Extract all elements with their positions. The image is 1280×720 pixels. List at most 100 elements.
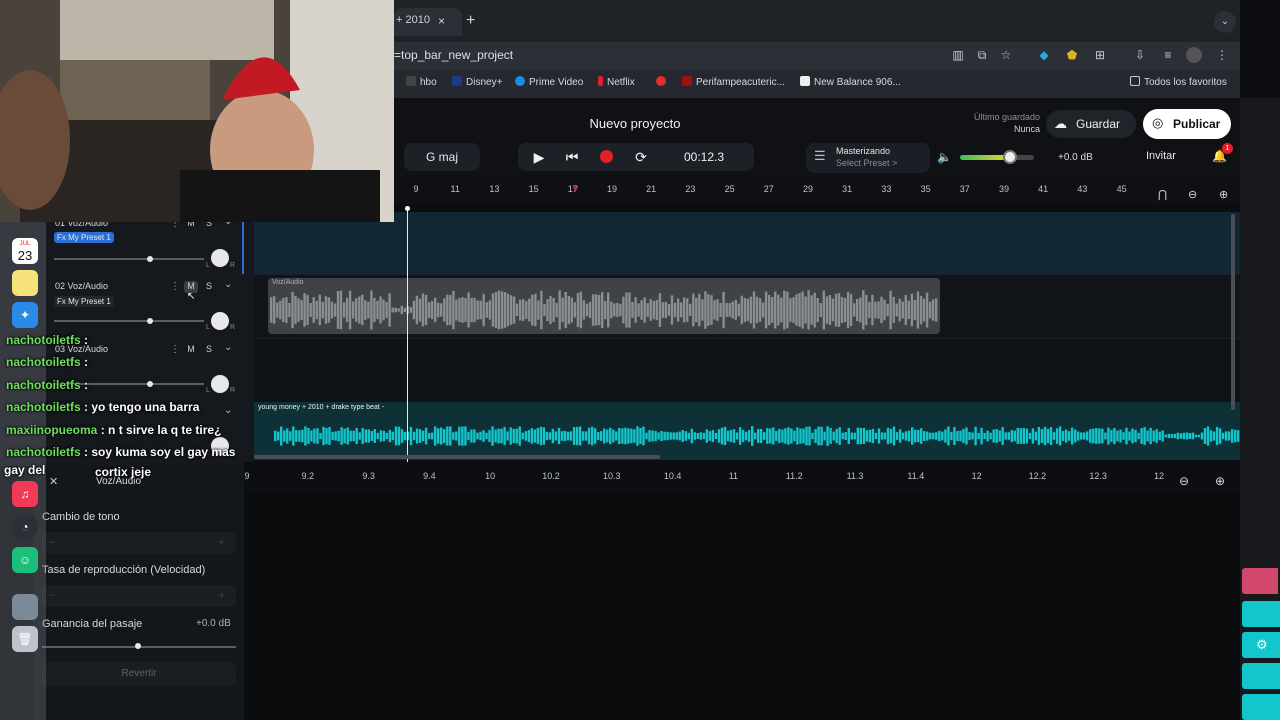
- finder-window-icon[interactable]: [12, 594, 38, 620]
- track-1-fx-badge[interactable]: Fx My Preset 1: [54, 232, 114, 243]
- master-volume-knob[interactable]: [1003, 150, 1017, 164]
- track-2-pan-knob[interactable]: [211, 312, 229, 330]
- speaker-icon[interactable]: 🔈: [937, 150, 952, 164]
- bookmark-prime-video[interactable]: Prime Video: [515, 76, 583, 88]
- plus-icon[interactable]: +: [218, 588, 225, 602]
- editor-zoom-out-icon[interactable]: ⊖: [1179, 474, 1189, 488]
- profile-avatar-icon[interactable]: [1186, 47, 1202, 63]
- side-teal-button[interactable]: [1242, 694, 1280, 720]
- notes-icon[interactable]: [12, 270, 38, 296]
- loop-icon[interactable]: ⟳: [632, 149, 650, 165]
- waveform-bar: [832, 431, 835, 441]
- bookmark-red-extension[interactable]: [656, 76, 670, 88]
- clip-editor-area[interactable]: [244, 492, 1240, 720]
- track-3-pan-knob[interactable]: [211, 375, 229, 393]
- track-3-solo[interactable]: S: [202, 344, 216, 356]
- waveform-bar: [555, 302, 558, 318]
- pitch-stepper[interactable]: [42, 532, 236, 554]
- track-lane-3[interactable]: [254, 338, 1240, 402]
- playhead-handle[interactable]: [405, 206, 410, 211]
- messenger-app-icon[interactable]: ☺: [12, 547, 38, 573]
- waveform-bar: [1016, 427, 1019, 444]
- minus-icon[interactable]: −: [48, 588, 55, 602]
- download-icon[interactable]: ⇩: [1132, 47, 1148, 63]
- install-app-icon[interactable]: ⧉: [974, 47, 990, 63]
- calendar-icon[interactable]: JUL 23: [12, 238, 38, 264]
- bookmark-hbo[interactable]: hbo: [406, 76, 437, 88]
- waveform-bar: [783, 290, 786, 330]
- master-volume-slider[interactable]: [960, 155, 1034, 160]
- play-icon[interactable]: ▶: [530, 149, 548, 165]
- all-favorites[interactable]: Todos los favoritos: [1130, 76, 1227, 88]
- waveform-bar: [473, 298, 476, 323]
- speed-stepper[interactable]: [42, 585, 236, 607]
- vertical-scrollbar[interactable]: [1231, 214, 1235, 410]
- track-lane-1[interactable]: [254, 212, 1240, 274]
- track-1-volume-slider[interactable]: [54, 258, 204, 260]
- waveform-bar: [345, 297, 349, 323]
- safari-compass-icon[interactable]: ✦: [12, 302, 38, 328]
- waveform-bar: [804, 296, 807, 324]
- extensions-puzzle-icon[interactable]: ⊞: [1092, 47, 1108, 63]
- track-3-chevron-down-icon[interactable]: ⌄: [224, 342, 232, 353]
- track-3-volume-handle[interactable]: [147, 381, 153, 387]
- project-title[interactable]: Nuevo proyecto: [560, 116, 710, 131]
- record-icon[interactable]: [600, 150, 613, 163]
- revert-button[interactable]: Revertir: [42, 662, 236, 686]
- music-icon[interactable]: ♫: [12, 481, 38, 507]
- invite-button[interactable]: Invitar: [1146, 150, 1176, 162]
- media-control-icon[interactable]: ≡: [1160, 47, 1176, 63]
- bookmark-new-balance[interactable]: New Balance 906...: [800, 76, 901, 88]
- track-2-volume-slider[interactable]: [54, 320, 204, 322]
- reader-mode-icon[interactable]: ▥: [950, 47, 966, 63]
- close-icon[interactable]: ✕: [49, 475, 58, 488]
- bookmark-perifampeacuteric[interactable]: Perifampeacuteric...: [682, 76, 785, 88]
- screen-recorder-icon[interactable]: ◔: [12, 514, 38, 540]
- side-teal-button[interactable]: [1242, 601, 1280, 627]
- waveform-bar: [850, 432, 853, 440]
- track-1-volume-handle[interactable]: [147, 256, 153, 262]
- editor-zoom-in-icon[interactable]: ⊕: [1215, 474, 1225, 488]
- bookmark-star-icon[interactable]: ☆: [998, 47, 1014, 63]
- bookmark-disney[interactable]: Disney+: [452, 76, 502, 88]
- clip-gain-handle[interactable]: [135, 643, 141, 649]
- extension-icon[interactable]: ◆: [1036, 47, 1052, 63]
- snap-magnet-icon[interactable]: ⋂: [1158, 188, 1167, 201]
- side-pink-button[interactable]: [1242, 568, 1278, 594]
- waveform-bar: [613, 303, 616, 317]
- tab-search-icon[interactable]: ⌄: [1214, 11, 1236, 33]
- playhead-line[interactable]: [407, 208, 408, 462]
- tab-close-icon[interactable]: ×: [438, 14, 445, 28]
- extension-shield-icon[interactable]: ⬟: [1064, 47, 1080, 63]
- new-tab-icon[interactable]: +: [466, 12, 475, 30]
- track-2-fx-badge[interactable]: Fx My Preset 1: [54, 296, 114, 307]
- waveform-bar: [684, 431, 687, 441]
- url-text[interactable]: =top_bar_new_project: [394, 48, 513, 62]
- track-1-pan-knob[interactable]: [211, 249, 229, 267]
- track-3-menu-icon[interactable]: ⋮: [170, 344, 180, 355]
- plus-icon[interactable]: +: [218, 535, 225, 549]
- skip-to-start-icon[interactable]: ⏮: [563, 149, 581, 165]
- track-2-solo[interactable]: S: [202, 281, 216, 293]
- key-selector[interactable]: G maj: [404, 143, 480, 171]
- trash-icon[interactable]: 🗑: [12, 626, 38, 652]
- track-2-volume-handle[interactable]: [147, 318, 153, 324]
- waveform-bar: [421, 293, 425, 327]
- track-3-mute[interactable]: M: [184, 344, 198, 356]
- track-2-menu-icon[interactable]: ⋮: [170, 281, 180, 292]
- bookmark-netflix[interactable]: Netflix: [598, 76, 635, 88]
- track-2-title[interactable]: 02 Voz/Audio: [55, 281, 108, 291]
- waveform-bar: [348, 290, 352, 330]
- address-bar[interactable]: [394, 42, 1240, 70]
- browser-menu-icon[interactable]: ⋮: [1214, 47, 1230, 63]
- browser-tab[interactable]: + 2010: [394, 8, 462, 36]
- zoom-out-icon[interactable]: ⊖: [1188, 188, 1197, 201]
- playhead-marker-icon[interactable]: ▼: [571, 184, 580, 194]
- track-2-chevron-down-icon[interactable]: ⌄: [224, 279, 232, 290]
- minus-icon[interactable]: −: [48, 535, 55, 549]
- gear-icon[interactable]: ⚙: [1256, 637, 1268, 653]
- zoom-in-icon[interactable]: ⊕: [1219, 188, 1228, 201]
- track-4-chevron-down-icon[interactable]: ⌄: [224, 405, 232, 416]
- side-teal-button[interactable]: [1242, 663, 1280, 689]
- horizontal-scrollbar[interactable]: [254, 455, 660, 459]
